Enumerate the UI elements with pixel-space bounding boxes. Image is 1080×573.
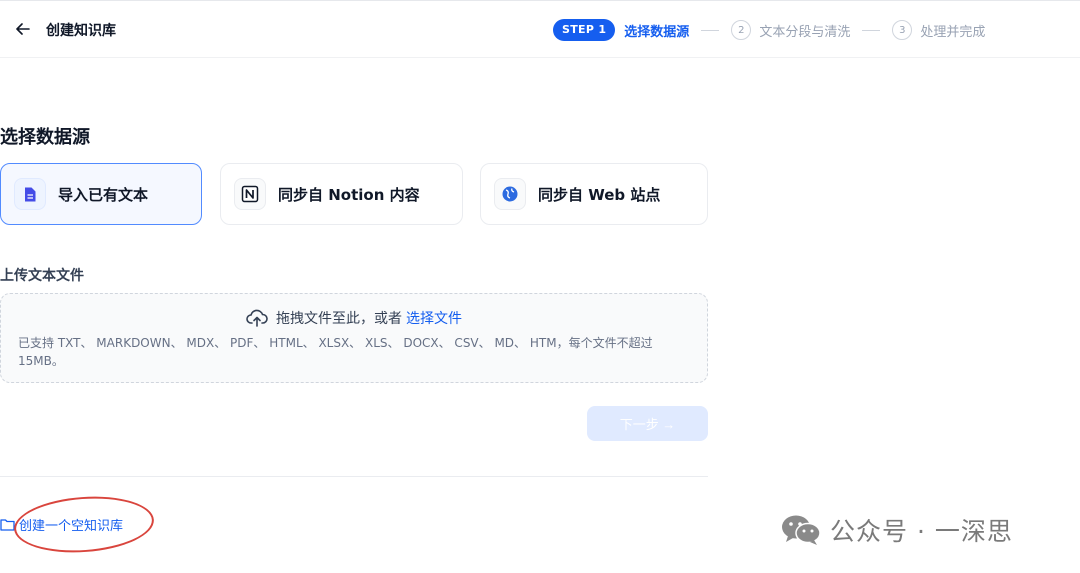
document-icon (14, 178, 46, 210)
file-dropzone[interactable]: 拖拽文件至此，或者 选择文件 已支持 TXT、 MARKDOWN、 MDX、 P… (0, 293, 708, 383)
watermark-text: 公众号 · 一深思 (830, 517, 1013, 546)
step-divider (701, 29, 720, 31)
section-title: 选择数据源 (0, 127, 90, 148)
source-label: 同步自 Web 站点 (538, 185, 661, 204)
watermark: 公众号 · 一深思 (780, 512, 1013, 548)
step-divider (862, 29, 881, 31)
step-1-label: 选择数据源 (624, 24, 690, 40)
divider (0, 476, 708, 477)
step-1-badge: STEP 1 (553, 19, 616, 41)
step-indicator: STEP 1 选择数据源 2 文本分段与清洗 3 处理并完成 (553, 19, 985, 41)
header-bar: 创建知识库 STEP 1 选择数据源 2 文本分段与清洗 3 处理并完成 (0, 0, 1080, 58)
next-step-button[interactable]: 下一步 → (587, 406, 708, 441)
step-2-number: 2 (731, 20, 752, 40)
source-import-text[interactable]: 导入已有文本 (0, 163, 202, 225)
dropzone-text: 拖拽文件至此，或者 (276, 311, 402, 327)
dropzone-prompt: 拖拽文件至此，或者 选择文件 (1, 308, 707, 328)
globe-icon (494, 178, 526, 210)
source-label: 导入已有文本 (58, 185, 149, 204)
upload-title: 上传文本文件 (0, 268, 84, 284)
step-2-label: 文本分段与清洗 (759, 24, 851, 40)
back-button[interactable] (14, 20, 32, 38)
folder-icon (0, 519, 15, 531)
source-notion[interactable]: 同步自 Notion 内容 (220, 163, 463, 225)
cloud-upload-icon (246, 309, 268, 327)
step-3-number: 3 (892, 20, 913, 40)
step-3-label: 处理并完成 (920, 24, 986, 40)
wechat-logo-icon (782, 515, 821, 545)
page-title: 创建知识库 (46, 23, 116, 39)
annotation-circle (12, 492, 156, 557)
supported-formats-hint: 已支持 TXT、 MARKDOWN、 MDX、 PDF、 HTML、 XLSX、… (18, 336, 653, 368)
source-web[interactable]: 同步自 Web 站点 (480, 163, 708, 225)
notion-icon (234, 178, 266, 210)
choose-file-link[interactable]: 选择文件 (406, 308, 462, 328)
source-label: 同步自 Notion 内容 (278, 185, 420, 204)
arrow-left-icon (16, 23, 30, 35)
